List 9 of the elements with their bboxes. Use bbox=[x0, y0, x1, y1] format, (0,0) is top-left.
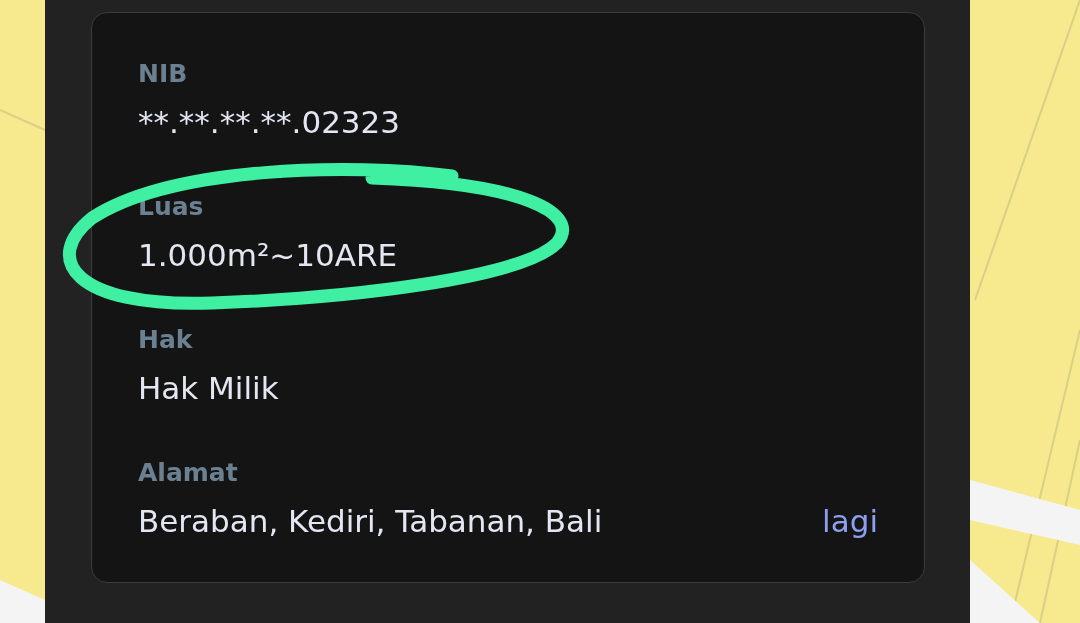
field-value: 1.000m²~10ARE bbox=[138, 236, 398, 275]
field-value: Beraban, Kediri, Tabanan, Bali bbox=[138, 502, 603, 541]
field-label: Luas bbox=[138, 191, 205, 223]
field-label: NIB bbox=[138, 58, 189, 90]
field-label: Hak bbox=[138, 324, 194, 356]
field-value: Hak Milik bbox=[138, 369, 279, 408]
more-link[interactable]: lagi bbox=[822, 498, 878, 544]
field-value: **.**.**.**.02323 bbox=[138, 103, 401, 142]
field-label: Alamat bbox=[138, 457, 239, 489]
